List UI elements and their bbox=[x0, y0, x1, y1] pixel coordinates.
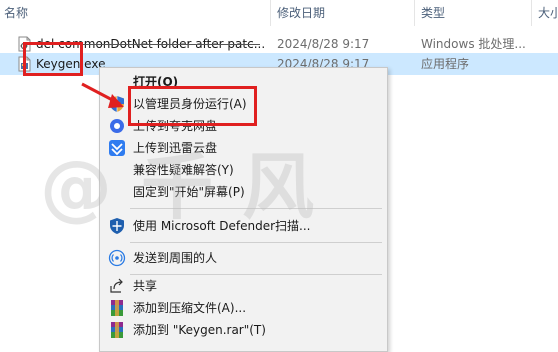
file-date: 2024/8/28 9:17 bbox=[277, 37, 370, 51]
highlight-box-file bbox=[23, 42, 83, 76]
highlight-box-menu bbox=[128, 86, 257, 126]
menu-separator bbox=[130, 242, 382, 243]
column-size[interactable]: 大小 bbox=[534, 0, 558, 26]
file-row[interactable]: del commonDotNet folder after patc... 20… bbox=[0, 33, 558, 55]
column-type-label: 类型 bbox=[421, 6, 446, 20]
menu-item-share[interactable]: 共享 bbox=[100, 275, 387, 297]
column-name-label: 名称 bbox=[4, 6, 29, 20]
arrow-icon bbox=[81, 82, 124, 108]
winrar-icon bbox=[108, 299, 126, 317]
watermark: @ 千 风 bbox=[40, 145, 317, 229]
column-date-label: 修改日期 bbox=[277, 6, 326, 20]
menu-item-send-nearby[interactable]: 发送到周围的人 bbox=[100, 247, 387, 269]
winrar-icon bbox=[108, 321, 126, 339]
menu-item-label: 添加到 "Keygen.rar"(T) bbox=[133, 323, 266, 337]
column-size-label: 大小 bbox=[538, 6, 558, 20]
column-name[interactable]: 名称 bbox=[0, 0, 270, 26]
menu-item-label: 添加到压缩文件(A)... bbox=[133, 301, 247, 315]
nearby-share-icon bbox=[108, 249, 126, 267]
column-type[interactable]: 类型 bbox=[417, 0, 531, 26]
column-divider[interactable] bbox=[270, 0, 271, 26]
column-divider[interactable] bbox=[414, 0, 415, 26]
file-type: 应用程序 bbox=[421, 57, 470, 71]
menu-item-add-archive[interactable]: 添加到压缩文件(A)... bbox=[100, 297, 387, 319]
column-header: 名称 修改日期 类型 大小 bbox=[0, 0, 558, 26]
menu-item-label: 共享 bbox=[133, 279, 158, 293]
column-date[interactable]: 修改日期 bbox=[273, 0, 414, 26]
share-icon bbox=[108, 277, 126, 295]
menu-item-label: 发送到周围的人 bbox=[133, 251, 218, 265]
menu-item-add-keygen-rar[interactable]: 添加到 "Keygen.rar"(T) bbox=[100, 319, 387, 341]
file-type: Windows 批处理... bbox=[421, 37, 526, 51]
column-divider[interactable] bbox=[531, 0, 532, 26]
